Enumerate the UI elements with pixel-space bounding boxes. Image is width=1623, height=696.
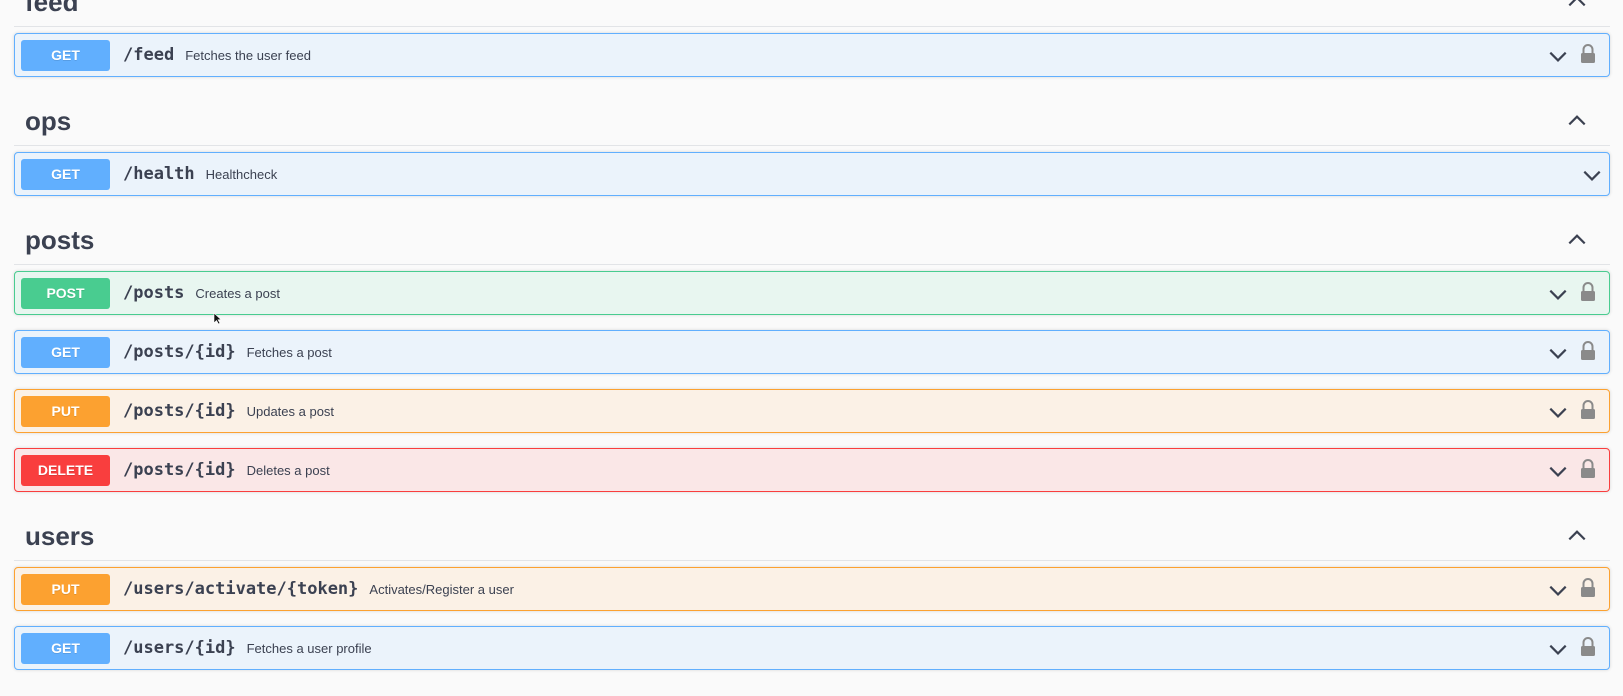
- operation-summary: Creates a post: [195, 285, 280, 301]
- operation-summary: Fetches a post: [246, 344, 332, 360]
- chevron-up-icon[interactable]: [1566, 524, 1588, 546]
- operation-summary: Fetches a user profile: [246, 640, 372, 656]
- operation-path-wrap: /posts/{id} Deletes a post: [123, 449, 330, 491]
- method-badge: GET: [21, 159, 110, 190]
- section-header-users[interactable]: users: [14, 511, 1610, 561]
- operation-put-post[interactable]: PUT /posts/{id} Updates a post: [14, 389, 1610, 433]
- operation-path-wrap: /posts Creates a post: [123, 272, 280, 314]
- operation-path-wrap: /posts/{id} Updates a post: [123, 390, 334, 432]
- chevron-down-icon[interactable]: [1547, 460, 1569, 482]
- section-title: ops: [25, 106, 72, 136]
- chevron-up-icon[interactable]: [1566, 109, 1588, 131]
- operation-summary: Activates/Register a user: [369, 581, 514, 597]
- operation-get-user[interactable]: GET /users/{id} Fetches a user profile: [14, 626, 1610, 670]
- lock-icon[interactable]: [1579, 281, 1597, 303]
- lock-icon[interactable]: [1579, 458, 1597, 480]
- method-badge: GET: [21, 337, 110, 368]
- operation-get-post[interactable]: GET /posts/{id} Fetches a post: [14, 330, 1610, 374]
- lock-icon[interactable]: [1579, 43, 1597, 65]
- operation-summary: Deletes a post: [246, 462, 330, 478]
- method-badge: GET: [21, 633, 110, 664]
- operation-post-posts[interactable]: POST /posts Creates a post: [14, 271, 1610, 315]
- operation-path: /health: [123, 164, 195, 184]
- operation-path: /users/{id}: [123, 638, 236, 658]
- section-title: feed: [25, 0, 79, 17]
- operation-path-wrap: /users/activate/{token} Activates/Regist…: [123, 568, 514, 610]
- chevron-down-icon[interactable]: [1547, 342, 1569, 364]
- lock-icon[interactable]: [1579, 399, 1597, 421]
- chevron-up-icon[interactable]: [1566, 228, 1588, 250]
- section-header-feed[interactable]: feed: [14, 0, 1610, 27]
- operation-path: /users/activate/{token}: [123, 579, 359, 599]
- mouse-cursor-icon: [213, 312, 222, 325]
- operation-path-wrap: /posts/{id} Fetches a post: [123, 331, 332, 373]
- operation-summary: Fetches the user feed: [185, 47, 311, 63]
- operation-path-wrap: /health Healthcheck: [123, 153, 277, 195]
- method-badge: PUT: [21, 396, 110, 427]
- operation-path: /posts: [123, 283, 185, 303]
- operation-delete-post[interactable]: DELETE /posts/{id} Deletes a post: [14, 448, 1610, 492]
- section-header-posts[interactable]: posts: [14, 215, 1610, 265]
- section-header-ops[interactable]: ops: [14, 96, 1610, 146]
- lock-icon[interactable]: [1579, 340, 1597, 362]
- chevron-down-icon[interactable]: [1547, 579, 1569, 601]
- method-badge: PUT: [21, 574, 110, 605]
- chevron-down-icon[interactable]: [1547, 638, 1569, 660]
- operation-path: /posts/{id}: [123, 342, 236, 362]
- chevron-down-icon[interactable]: [1547, 45, 1569, 67]
- lock-icon[interactable]: [1579, 636, 1597, 658]
- lock-icon[interactable]: [1579, 577, 1597, 599]
- swagger-operations-list: feed GET /feed Fetches the user feed ops…: [0, 0, 1623, 696]
- operation-put-users-activate[interactable]: PUT /users/activate/{token} Activates/Re…: [14, 567, 1610, 611]
- operation-get-feed[interactable]: GET /feed Fetches the user feed: [14, 33, 1610, 77]
- operation-path: /posts/{id}: [123, 401, 236, 421]
- section-title: posts: [25, 225, 95, 255]
- operation-path: /feed: [123, 45, 175, 65]
- operation-summary: Healthcheck: [205, 166, 278, 182]
- method-badge: POST: [21, 278, 110, 309]
- chevron-up-icon[interactable]: [1566, 0, 1588, 12]
- chevron-down-icon[interactable]: [1547, 283, 1569, 305]
- chevron-down-icon[interactable]: [1547, 401, 1569, 423]
- method-badge: DELETE: [21, 455, 110, 486]
- operation-path-wrap: /feed Fetches the user feed: [123, 34, 311, 76]
- operation-path-wrap: /users/{id} Fetches a user profile: [123, 627, 372, 669]
- operation-path: /posts/{id}: [123, 460, 236, 480]
- chevron-down-icon[interactable]: [1581, 164, 1603, 186]
- section-title: users: [25, 521, 95, 551]
- operation-get-health[interactable]: GET /health Healthcheck: [14, 152, 1610, 196]
- method-badge: GET: [21, 40, 110, 71]
- operation-summary: Updates a post: [246, 403, 335, 419]
